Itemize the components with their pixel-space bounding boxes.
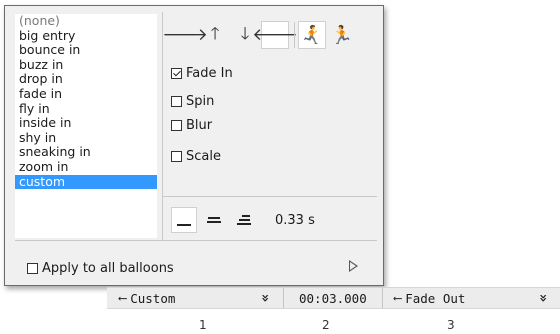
arrow-up-icon[interactable]: 🡑 [201,21,229,49]
vertical-divider [162,12,163,240]
speed-fast-icon [237,214,251,226]
chevron-double-down-icon[interactable]: » [257,294,273,302]
list-item[interactable]: drop in [15,72,157,87]
runner-icon: 🏃 [300,24,324,46]
effects-list[interactable]: (none) big entry bounce in buzz in drop … [15,13,157,238]
column-number: 1 [199,318,207,332]
list-item[interactable]: inside in [15,116,157,131]
slide-left-icon: ⟵ [394,291,401,305]
direction-toolbar: 🡒 🡑 🡓 🡐 🏃 🏃 [162,20,358,50]
list-item[interactable]: shy in [15,130,157,146]
list-item[interactable]: buzz in [15,57,157,73]
list-item[interactable]: fade in [15,86,157,102]
blur-label: Blur [186,117,213,133]
scale-label: Scale [186,148,221,164]
speed-medium-icon [207,216,221,224]
speed-slow-button[interactable] [171,207,197,233]
out-effect-dropdown[interactable]: ⟵ Fade Out » [394,288,554,308]
checkbox-checked-icon[interactable] [171,67,182,79]
spin-checkbox[interactable]: Spin [171,92,214,110]
list-item[interactable]: zoom in [15,159,157,175]
run-in-icon[interactable]: 🏃 [298,21,326,49]
list-item[interactable]: big entry [15,28,157,44]
fade-in-checkbox[interactable]: Fade In [171,64,233,82]
time-field[interactable]: 00:03.000 [299,288,367,308]
column-number: 3 [447,318,455,332]
speed-fast-button[interactable] [231,207,257,233]
list-item[interactable]: (none) [15,13,157,29]
in-effect-dropdown[interactable]: ⟵ Custom » [119,288,273,308]
speed-slow-icon [177,223,191,227]
list-item-selected[interactable]: custom [15,174,157,190]
apply-all-label: Apply to all balloons [42,261,174,276]
animation-popup: (none) big entry bounce in buzz in drop … [4,5,384,286]
checkbox-icon[interactable] [171,150,182,162]
bottom-divider [15,240,377,241]
scale-checkbox[interactable]: Scale [171,147,221,165]
fade-in-label: Fade In [186,65,233,81]
list-item[interactable]: bounce in [15,43,157,58]
time-value: 00:03.000 [299,290,367,306]
cell-divider [382,288,383,308]
timeline-strip: ⟵ Custom » 00:03.000 ⟵ Fade Out » [107,287,560,309]
blur-checkbox[interactable]: Blur [171,116,212,134]
toolbar-divider [294,22,295,48]
play-icon[interactable] [349,260,358,272]
speed-medium-button[interactable] [201,207,227,233]
list-item[interactable]: fly in [15,101,157,117]
list-item[interactable]: sneaking in [15,145,157,160]
checkbox-icon[interactable] [171,95,182,107]
out-effect-label: Fade Out [405,290,466,306]
spin-label: Spin [186,93,215,109]
cell-divider [283,288,284,308]
speed-value: 0.33 s [275,212,315,228]
speed-divider [163,196,377,197]
in-effect-label: Custom [130,290,176,306]
arrow-right-icon[interactable]: 🡒 [162,21,208,49]
checkbox-icon[interactable] [171,119,182,131]
speed-controls: 0.33 s [171,207,315,233]
run-out-icon[interactable]: 🏃 [328,21,356,49]
checkbox-icon[interactable] [27,263,38,274]
apply-all-checkbox[interactable]: Apply to all balloons [27,261,174,276]
runner-icon: 🏃 [330,24,354,46]
slide-left-icon: ⟵ [119,291,126,305]
chevron-double-down-icon[interactable]: » [535,294,551,302]
app-root: (none) big entry bounce in buzz in drop … [0,0,560,334]
arrow-left-icon[interactable]: 🡐 [252,21,298,49]
column-number: 2 [322,318,330,332]
